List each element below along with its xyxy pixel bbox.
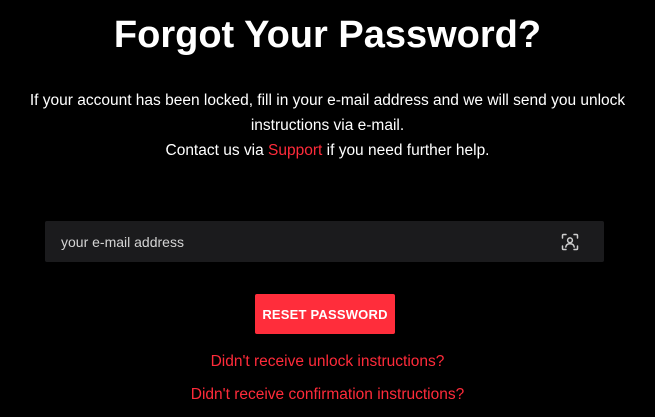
page-title: Forgot Your Password? [113,14,542,56]
description-line-2: instructions via e-mail. [250,117,405,134]
email-input[interactable] [45,221,545,262]
contact-line: Contact us via Support if you need furth… [0,138,655,163]
contact-prefix: Contact us via [165,142,269,159]
reset-password-button[interactable]: RESET PASSWORD [255,294,395,334]
contact-card-icon[interactable] [561,233,579,251]
support-link[interactable]: Support [268,142,322,159]
contact-suffix: if you need further help. [322,142,490,159]
page-description: If your account has been locked, fill in… [0,88,655,163]
confirmation-instructions-link[interactable]: Didn't receive confirmation instructions… [191,386,464,403]
unlock-link-row: Didn't receive unlock instructions? [0,352,655,372]
unlock-instructions-link[interactable]: Didn't receive unlock instructions? [211,353,445,370]
email-field-container [45,221,604,262]
confirmation-link-row: Didn't receive confirmation instructions… [0,385,655,405]
description-line-1: If your account has been locked, fill in… [29,92,626,109]
